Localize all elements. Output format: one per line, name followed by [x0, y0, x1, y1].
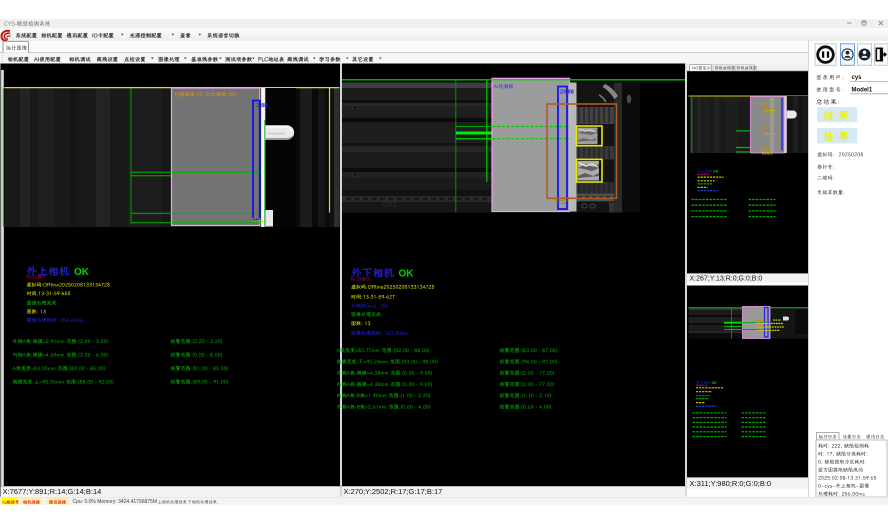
svg-text:X:267;Y:13;R:0;G:0;B:0: X:267;Y:13;R:0;G:0;B:0: [690, 276, 763, 283]
svg-text:3.88: 3.88: [257, 103, 268, 109]
svg-text:cys: cys: [852, 75, 863, 81]
svg-text:X:270;Y:2502;R:17;G:17;B:17: X:270;Y:2502;R:17;G:17;B:17: [344, 487, 443, 496]
svg-text:OK: OK: [399, 269, 415, 280]
svg-text:X:311;Y:980;R:0;G:0;B:0: X:311;Y:980;R:0;G:0;B:0: [690, 479, 772, 488]
svg-text:X:7677;Y:891;R:14;G:14;B:14: X:7677;Y:891;R:14;G:14;B:14: [3, 487, 102, 496]
svg-text:23.88: 23.88: [560, 89, 574, 95]
svg-text:Cpu: 0.0% Memory: 3424.4179687: Cpu: 0.0% Memory: 3424.41796875M: [73, 499, 158, 505]
svg-text:Model1: Model1: [852, 88, 873, 94]
svg-text:OK: OK: [74, 267, 90, 278]
svg-text:OK: OK: [712, 381, 718, 385]
svg-text:OK: OK: [713, 170, 719, 174]
